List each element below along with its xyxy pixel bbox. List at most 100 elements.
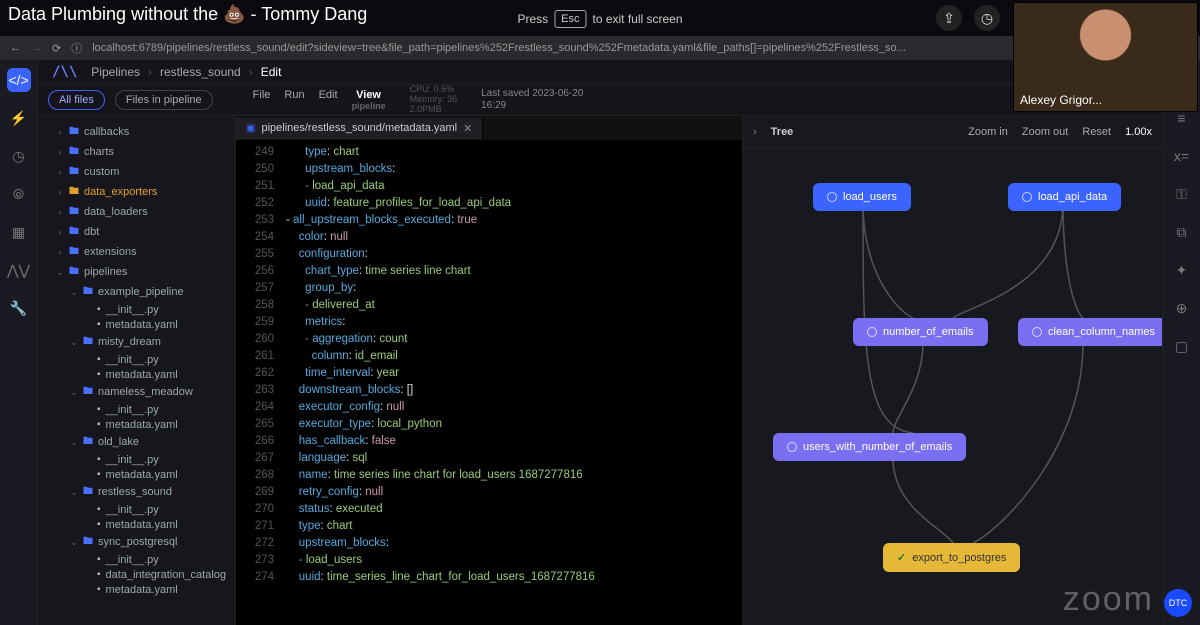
file-item[interactable]: ▪metadata.yaml bbox=[42, 367, 231, 382]
folder-item[interactable]: ›🖿custom bbox=[42, 162, 231, 182]
code-line[interactable]: 273 - load_users bbox=[236, 552, 742, 569]
code-line[interactable]: 271 type: chart bbox=[236, 518, 742, 535]
all-files-pill[interactable]: All files bbox=[48, 90, 105, 110]
code-line[interactable]: 260 - aggregation: count bbox=[236, 331, 742, 348]
code-area[interactable]: 249 type: chart250 upstream_blocks:251 -… bbox=[236, 140, 742, 625]
zoom-out-button[interactable]: Zoom out bbox=[1022, 126, 1068, 138]
folder-item[interactable]: ›🖿dbt bbox=[42, 222, 231, 242]
code-line[interactable]: 267 language: sql bbox=[236, 450, 742, 467]
participant-video: Alexey Grigor... bbox=[1013, 2, 1198, 112]
node-users-with-emails[interactable]: users_with_number_of_emails bbox=[773, 433, 966, 461]
node-load-api-data[interactable]: load_api_data bbox=[1008, 183, 1121, 211]
code-line[interactable]: 268 name: time series line chart for loa… bbox=[236, 467, 742, 484]
folder-item[interactable]: ›🖿extensions bbox=[42, 242, 231, 262]
folder-item[interactable]: ›🖿callbacks bbox=[42, 122, 231, 142]
node-load-users[interactable]: load_users bbox=[813, 183, 911, 211]
folder-item[interactable]: ›🖿data_exporters bbox=[42, 182, 231, 202]
folder-item[interactable]: ⌄🖿restless_sound bbox=[42, 482, 231, 502]
code-line[interactable]: 262 time_interval: year bbox=[236, 365, 742, 382]
file-item[interactable]: ▪metadata.yaml bbox=[42, 582, 231, 597]
status-icon bbox=[827, 192, 837, 202]
file-item[interactable]: ▪metadata.yaml bbox=[42, 467, 231, 482]
folder-item[interactable]: ⌄🖿nameless_meadow bbox=[42, 382, 231, 402]
file-item[interactable]: ▪__init__.py bbox=[42, 452, 231, 467]
share-icon[interactable]: ⇪ bbox=[936, 5, 962, 31]
file-item[interactable]: ▪__init__.py bbox=[42, 502, 231, 517]
code-line[interactable]: 250 upstream_blocks: bbox=[236, 161, 742, 178]
terminal-icon[interactable]: ▢ bbox=[1170, 334, 1194, 358]
app-logo[interactable]: /\\ bbox=[52, 64, 77, 80]
nav-back-icon[interactable]: ← bbox=[10, 42, 21, 54]
code-line[interactable]: 256 chart_type: time series line chart bbox=[236, 263, 742, 280]
extensions-icon[interactable]: ⊕ bbox=[1170, 296, 1194, 320]
node-export-postgres[interactable]: ✓export_to_postgres bbox=[883, 543, 1020, 572]
code-line[interactable]: 259 metrics: bbox=[236, 314, 742, 331]
bolt-icon[interactable]: ⚡ bbox=[7, 106, 31, 130]
code-line[interactable]: 258 - delivered_at bbox=[236, 297, 742, 314]
nav-fwd-icon[interactable]: → bbox=[31, 42, 42, 54]
secrets-icon[interactable]: ⚿ bbox=[1170, 182, 1194, 206]
clock-icon[interactable]: ◷ bbox=[7, 144, 31, 168]
variables-icon[interactable]: x= bbox=[1170, 144, 1194, 168]
toolbar: All files Files in pipeline File Run Edi… bbox=[38, 84, 1162, 116]
url-bar[interactable]: localhost:6789/pipelines/restless_sound/… bbox=[92, 42, 906, 54]
activity-icon[interactable]: ⋀⋁ bbox=[7, 258, 31, 282]
code-icon[interactable]: </> bbox=[7, 68, 31, 92]
folder-item[interactable]: ⌄🖿misty_dream bbox=[42, 332, 231, 352]
file-item[interactable]: ▪__init__.py bbox=[42, 402, 231, 417]
menu-file[interactable]: File bbox=[253, 89, 271, 111]
menu-run[interactable]: Run bbox=[284, 89, 304, 111]
code-line[interactable]: 265 executor_type: local_python bbox=[236, 416, 742, 433]
zoom-in-button[interactable]: Zoom in bbox=[968, 126, 1008, 138]
watch-later-icon[interactable]: ◷ bbox=[974, 5, 1000, 31]
folder-item[interactable]: ⌄🖿old_lake bbox=[42, 432, 231, 452]
esc-post: to exit full screen bbox=[592, 12, 682, 26]
folder-item[interactable]: ⌄🖿pipelines bbox=[42, 262, 231, 282]
file-item[interactable]: ▪metadata.yaml bbox=[42, 517, 231, 532]
chevron-right-icon[interactable]: › bbox=[753, 126, 757, 138]
files-in-pipeline-pill[interactable]: Files in pipeline bbox=[115, 90, 213, 110]
node-number-of-emails[interactable]: number_of_emails bbox=[853, 318, 988, 346]
code-line[interactable]: 264 executor_config: null bbox=[236, 399, 742, 416]
crumb-pipelines[interactable]: Pipelines bbox=[91, 65, 140, 79]
addons-icon[interactable]: ✦ bbox=[1170, 258, 1194, 282]
chart-icon[interactable]: ⧉ bbox=[1170, 220, 1194, 244]
code-line[interactable]: 251 - load_api_data bbox=[236, 178, 742, 195]
file-item[interactable]: ▪data_integration_catalog bbox=[42, 567, 231, 582]
folder-item[interactable]: ⌄🖿sync_postgresql bbox=[42, 532, 231, 552]
code-line[interactable]: 263 downstream_blocks: [] bbox=[236, 382, 742, 399]
menu-view[interactable]: View pipeline bbox=[352, 89, 386, 111]
editor-tab[interactable]: ▣ pipelines/restless_sound/metadata.yaml… bbox=[236, 118, 483, 139]
folder-item[interactable]: ›🖿data_loaders bbox=[42, 202, 231, 222]
code-line[interactable]: 257 group_by: bbox=[236, 280, 742, 297]
reset-button[interactable]: Reset bbox=[1082, 126, 1111, 138]
code-line[interactable]: 255 configuration: bbox=[236, 246, 742, 263]
code-line[interactable]: 270 status: executed bbox=[236, 501, 742, 518]
code-line[interactable]: 252 uuid: feature_profiles_for_load_api_… bbox=[236, 195, 742, 212]
code-line[interactable]: 274 uuid: time_series_line_chart_for_loa… bbox=[236, 569, 742, 586]
node-clean-column-names[interactable]: clean_column_names bbox=[1018, 318, 1162, 346]
folder-item[interactable]: ⌄🖿example_pipeline bbox=[42, 282, 231, 302]
code-line[interactable]: 249 type: chart bbox=[236, 144, 742, 161]
code-line[interactable]: 269 retry_config: null bbox=[236, 484, 742, 501]
nav-reload-icon[interactable]: ⟳ bbox=[52, 42, 61, 55]
table-icon[interactable]: ▦ bbox=[7, 220, 31, 244]
folder-item[interactable]: ›🖿charts bbox=[42, 142, 231, 162]
file-item[interactable]: ▪metadata.yaml bbox=[42, 417, 231, 432]
globe-icon[interactable]: ⦾ bbox=[7, 182, 31, 206]
code-line[interactable]: 272 upstream_blocks: bbox=[236, 535, 742, 552]
close-icon[interactable]: ✕ bbox=[463, 122, 472, 135]
code-line[interactable]: 261 column: id_email bbox=[236, 348, 742, 365]
code-line[interactable]: 254 color: null bbox=[236, 229, 742, 246]
file-tree[interactable]: ›🖿callbacks›🖿charts›🖿custom›🖿data_export… bbox=[38, 116, 236, 625]
file-item[interactable]: ▪metadata.yaml bbox=[42, 317, 231, 332]
crumb-pipeline[interactable]: restless_sound bbox=[160, 65, 241, 79]
code-line[interactable]: 266 has_callback: false bbox=[236, 433, 742, 450]
file-item[interactable]: ▪__init__.py bbox=[42, 352, 231, 367]
tree-canvas[interactable]: load_users load_api_data number_of_email… bbox=[743, 148, 1162, 625]
wrench-icon[interactable]: 🔧 bbox=[7, 296, 31, 320]
file-item[interactable]: ▪__init__.py bbox=[42, 552, 231, 567]
code-line[interactable]: 253- all_upstream_blocks_executed: true bbox=[236, 212, 742, 229]
menu-edit[interactable]: Edit bbox=[319, 89, 338, 111]
file-item[interactable]: ▪__init__.py bbox=[42, 302, 231, 317]
